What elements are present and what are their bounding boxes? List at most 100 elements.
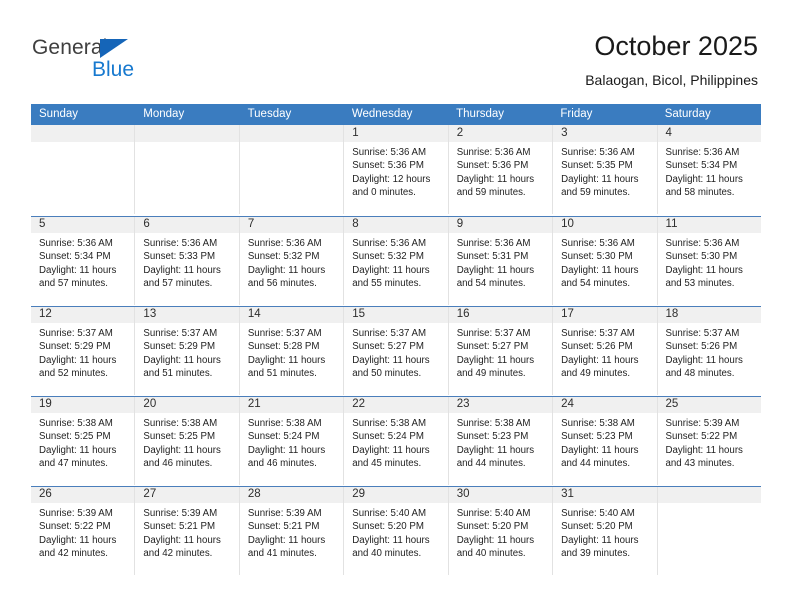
- day-number: 28: [247, 488, 261, 500]
- day-cell-16[interactable]: 16 Sunrise: 5:37 AM Sunset: 5:27 PM Dayligh…: [448, 306, 554, 395]
- day-cell-9[interactable]: 9 Sunrise: 5:36 AM Sunset: 5:31 PM Daylight…: [448, 216, 554, 305]
- day-detail-line: Daylight: 11 hours: [247, 444, 326, 456]
- day-detail-line: and 54 minutes.: [561, 277, 631, 289]
- day-cell-27[interactable]: 27 Sunrise: 5:39 AM Sunset: 5:21 PM Dayligh…: [135, 486, 240, 575]
- day-detail-line: Sunrise: 5:38 AM: [39, 418, 113, 429]
- day-cell-1[interactable]: 1 Sunrise: 5:36 AM Sunset: 5:36 PM Daylight…: [344, 125, 449, 214]
- day-details: Sunrise: 5:37 AM Sunset: 5:29 PM Daylight:…: [135, 323, 238, 380]
- day-cell-empty: [31, 125, 136, 214]
- day-cell-17[interactable]: 17 Sunrise: 5:37 AM Sunset: 5:26 PM Dayligh…: [553, 306, 658, 395]
- day-detail-line: Daylight: 12 hours: [352, 173, 431, 185]
- day-cell-5[interactable]: 5 Sunrise: 5:36 AM Sunset: 5:34 PM Daylight…: [31, 216, 136, 305]
- day-cell-11[interactable]: 11 Sunrise: 5:36 AM Sunset: 5:30 PM Dayligh…: [657, 216, 761, 305]
- day-detail-line: and 59 minutes.: [561, 186, 631, 198]
- day-cell-10[interactable]: 10 Sunrise: 5:36 AM Sunset: 5:30 PM Dayligh…: [553, 216, 658, 305]
- weekday-header-sunday: Sunday: [39, 108, 79, 120]
- day-detail-line: and 51 minutes.: [247, 367, 317, 379]
- day-detail-line: Sunrise: 5:37 AM: [352, 328, 427, 339]
- day-detail-line: Sunset: 5:36 PM: [456, 160, 529, 172]
- day-detail-line: Daylight: 11 hours: [39, 354, 117, 366]
- day-number-band: [135, 216, 239, 233]
- day-detail-line: Sunrise: 5:39 AM: [247, 508, 322, 519]
- day-cell-13[interactable]: 13 Sunrise: 5:37 AM Sunset: 5:29 PM Dayligh…: [135, 306, 240, 395]
- day-cell-31[interactable]: 31 Sunrise: 5:40 AM Sunset: 5:20 PM Dayligh…: [553, 486, 658, 575]
- day-cell-22[interactable]: 22 Sunrise: 5:38 AM Sunset: 5:24 PM Dayligh…: [344, 396, 449, 485]
- day-detail-line: Daylight: 11 hours: [665, 444, 743, 456]
- day-cell-empty: [239, 125, 345, 214]
- day-detail-line: and 40 minutes.: [456, 547, 526, 559]
- day-detail-line: Daylight: 11 hours: [561, 354, 639, 366]
- day-number: 29: [352, 488, 366, 500]
- day-detail-line: Sunrise: 5:36 AM: [561, 238, 635, 249]
- day-cell-15[interactable]: 15 Sunrise: 5:37 AM Sunset: 5:27 PM Dayligh…: [344, 306, 449, 395]
- day-cell-8[interactable]: 8 Sunrise: 5:36 AM Sunset: 5:32 PM Daylight…: [344, 216, 449, 305]
- day-detail-line: Daylight: 11 hours: [352, 264, 430, 276]
- day-cell-25[interactable]: 25 Sunrise: 5:39 AM Sunset: 5:22 PM Dayligh…: [657, 396, 761, 485]
- day-detail-line: Sunset: 5:23 PM: [456, 431, 529, 443]
- day-details: Sunrise: 5:40 AM Sunset: 5:20 PM Daylight:…: [449, 503, 552, 560]
- day-detail-line: Sunset: 5:29 PM: [39, 341, 111, 353]
- day-cell-28[interactable]: 28 Sunrise: 5:39 AM Sunset: 5:21 PM Dayligh…: [239, 486, 345, 575]
- day-detail-line: and 41 minutes.: [247, 547, 317, 559]
- day-detail-line: Sunset: 5:20 PM: [456, 521, 529, 533]
- day-detail-line: Sunrise: 5:36 AM: [665, 147, 740, 158]
- day-detail-line: Sunrise: 5:40 AM: [352, 508, 427, 519]
- day-number-band: [31, 216, 135, 233]
- title-block: October 2025 Balaogan, Bicol, Philippine…: [585, 30, 758, 90]
- day-cell-24[interactable]: 24 Sunrise: 5:38 AM Sunset: 5:23 PM Dayligh…: [553, 396, 658, 485]
- day-cell-3[interactable]: 3 Sunrise: 5:36 AM Sunset: 5:35 PM Daylight…: [553, 125, 658, 214]
- day-cell-7[interactable]: 7 Sunrise: 5:36 AM Sunset: 5:32 PM Daylight…: [239, 216, 345, 305]
- day-cell-12[interactable]: 12 Sunrise: 5:37 AM Sunset: 5:29 PM Dayligh…: [31, 306, 136, 395]
- day-detail-line: Sunset: 5:22 PM: [665, 431, 738, 443]
- day-number: 23: [456, 398, 470, 410]
- day-number-band: [553, 125, 657, 142]
- day-cell-26[interactable]: 26 Sunrise: 5:39 AM Sunset: 5:22 PM Dayligh…: [31, 486, 136, 575]
- day-details: Sunrise: 5:39 AM Sunset: 5:22 PM Daylight:…: [658, 413, 761, 470]
- day-detail-line: Daylight: 11 hours: [39, 264, 117, 276]
- day-details: Sunrise: 5:39 AM Sunset: 5:21 PM Daylight:…: [240, 503, 343, 560]
- day-detail-line: Daylight: 11 hours: [143, 264, 221, 276]
- day-details: Sunrise: 5:38 AM Sunset: 5:23 PM Daylight:…: [449, 413, 552, 470]
- logo-triangle-icon: [100, 39, 128, 58]
- logo-text-blue: Blue: [92, 58, 135, 81]
- day-number: 26: [39, 488, 52, 500]
- day-cell-6[interactable]: 6 Sunrise: 5:36 AM Sunset: 5:33 PM Daylight…: [135, 216, 240, 305]
- day-detail-line: Sunset: 5:32 PM: [352, 251, 424, 263]
- day-detail-line: Sunrise: 5:39 AM: [143, 508, 218, 519]
- day-detail-line: and 49 minutes.: [561, 367, 631, 379]
- day-cell-19[interactable]: 19 Sunrise: 5:38 AM Sunset: 5:25 PM Dayligh…: [31, 396, 136, 485]
- day-cell-14[interactable]: 14 Sunrise: 5:37 AM Sunset: 5:28 PM Dayligh…: [239, 306, 345, 395]
- day-cell-23[interactable]: 23 Sunrise: 5:38 AM Sunset: 5:23 PM Dayligh…: [448, 396, 554, 485]
- day-cell-21[interactable]: 21 Sunrise: 5:38 AM Sunset: 5:24 PM Dayligh…: [239, 396, 345, 485]
- day-detail-line: Sunset: 5:34 PM: [665, 160, 738, 172]
- day-detail-line: and 42 minutes.: [39, 547, 108, 559]
- day-number-band: [448, 216, 553, 233]
- day-detail-line: Daylight: 11 hours: [456, 444, 535, 456]
- day-details: Sunrise: 5:36 AM Sunset: 5:32 PM Daylight:…: [240, 233, 343, 290]
- day-detail-line: Daylight: 11 hours: [665, 264, 743, 276]
- day-detail-line: Sunset: 5:27 PM: [456, 341, 529, 353]
- day-detail-line: and 58 minutes.: [665, 186, 735, 198]
- day-number: 11: [665, 218, 678, 230]
- day-cell-30[interactable]: 30 Sunrise: 5:40 AM Sunset: 5:20 PM Dayligh…: [448, 486, 554, 575]
- day-cell-20[interactable]: 20 Sunrise: 5:38 AM Sunset: 5:25 PM Dayligh…: [135, 396, 240, 485]
- day-cell-29[interactable]: 29 Sunrise: 5:40 AM Sunset: 5:20 PM Dayligh…: [344, 486, 449, 575]
- day-detail-line: Daylight: 11 hours: [247, 534, 326, 546]
- day-cell-2[interactable]: 2 Sunrise: 5:36 AM Sunset: 5:36 PM Daylight…: [448, 125, 554, 214]
- day-details: Sunrise: 5:37 AM Sunset: 5:27 PM Daylight:…: [344, 323, 447, 380]
- day-details: Sunrise: 5:36 AM Sunset: 5:31 PM Daylight:…: [449, 233, 552, 290]
- day-number: 24: [561, 398, 574, 410]
- day-cell-4[interactable]: 4 Sunrise: 5:36 AM Sunset: 5:34 PM Daylight…: [657, 125, 761, 214]
- day-detail-line: Sunset: 5:35 PM: [561, 160, 633, 172]
- day-detail-line: Sunrise: 5:37 AM: [456, 328, 531, 339]
- day-details: Sunrise: 5:36 AM Sunset: 5:34 PM Daylight:…: [31, 233, 134, 290]
- day-detail-line: Daylight: 11 hours: [561, 534, 639, 546]
- day-number: 30: [456, 488, 470, 500]
- day-cell-18[interactable]: 18 Sunrise: 5:37 AM Sunset: 5:26 PM Dayligh…: [657, 306, 761, 395]
- day-number: 17: [561, 308, 574, 320]
- day-detail-line: Sunset: 5:30 PM: [561, 251, 633, 263]
- day-detail-line: Daylight: 11 hours: [247, 264, 326, 276]
- day-number-band: [657, 125, 761, 142]
- day-detail-line: Sunrise: 5:36 AM: [39, 238, 113, 249]
- day-number: 13: [143, 308, 157, 320]
